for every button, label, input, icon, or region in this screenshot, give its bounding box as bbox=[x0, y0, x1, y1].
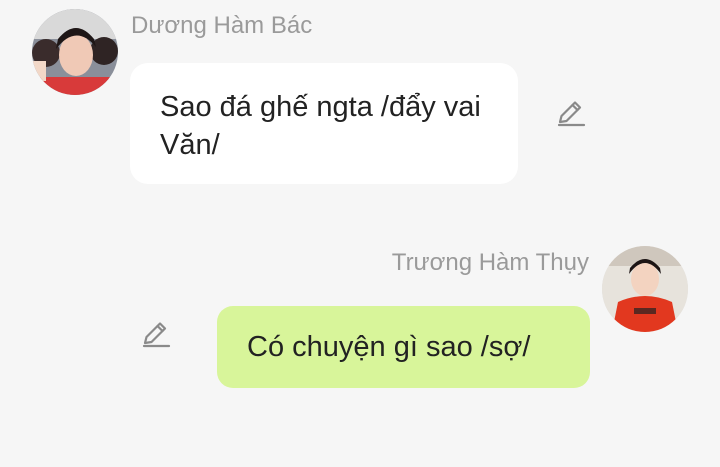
message-text: Có chuyện gì sao /sợ/ bbox=[247, 331, 531, 363]
avatar-duong-ham-bac[interactable] bbox=[32, 9, 118, 95]
sender-name: Dương Hàm Bác bbox=[131, 12, 313, 39]
pencil-icon[interactable] bbox=[556, 98, 586, 128]
message-bubble[interactable]: Có chuyện gì sao /sợ/ bbox=[217, 306, 590, 388]
message-text: Sao đá ghế ngta /đẩy vai Văn/ bbox=[160, 91, 481, 161]
pencil-icon[interactable] bbox=[141, 319, 171, 349]
avatar-truong-ham-thuy[interactable] bbox=[602, 246, 688, 332]
sender-name: Trương Hàm Thụy bbox=[391, 249, 589, 276]
message-bubble[interactable]: Sao đá ghế ngta /đẩy vai Văn/ bbox=[130, 63, 518, 184]
